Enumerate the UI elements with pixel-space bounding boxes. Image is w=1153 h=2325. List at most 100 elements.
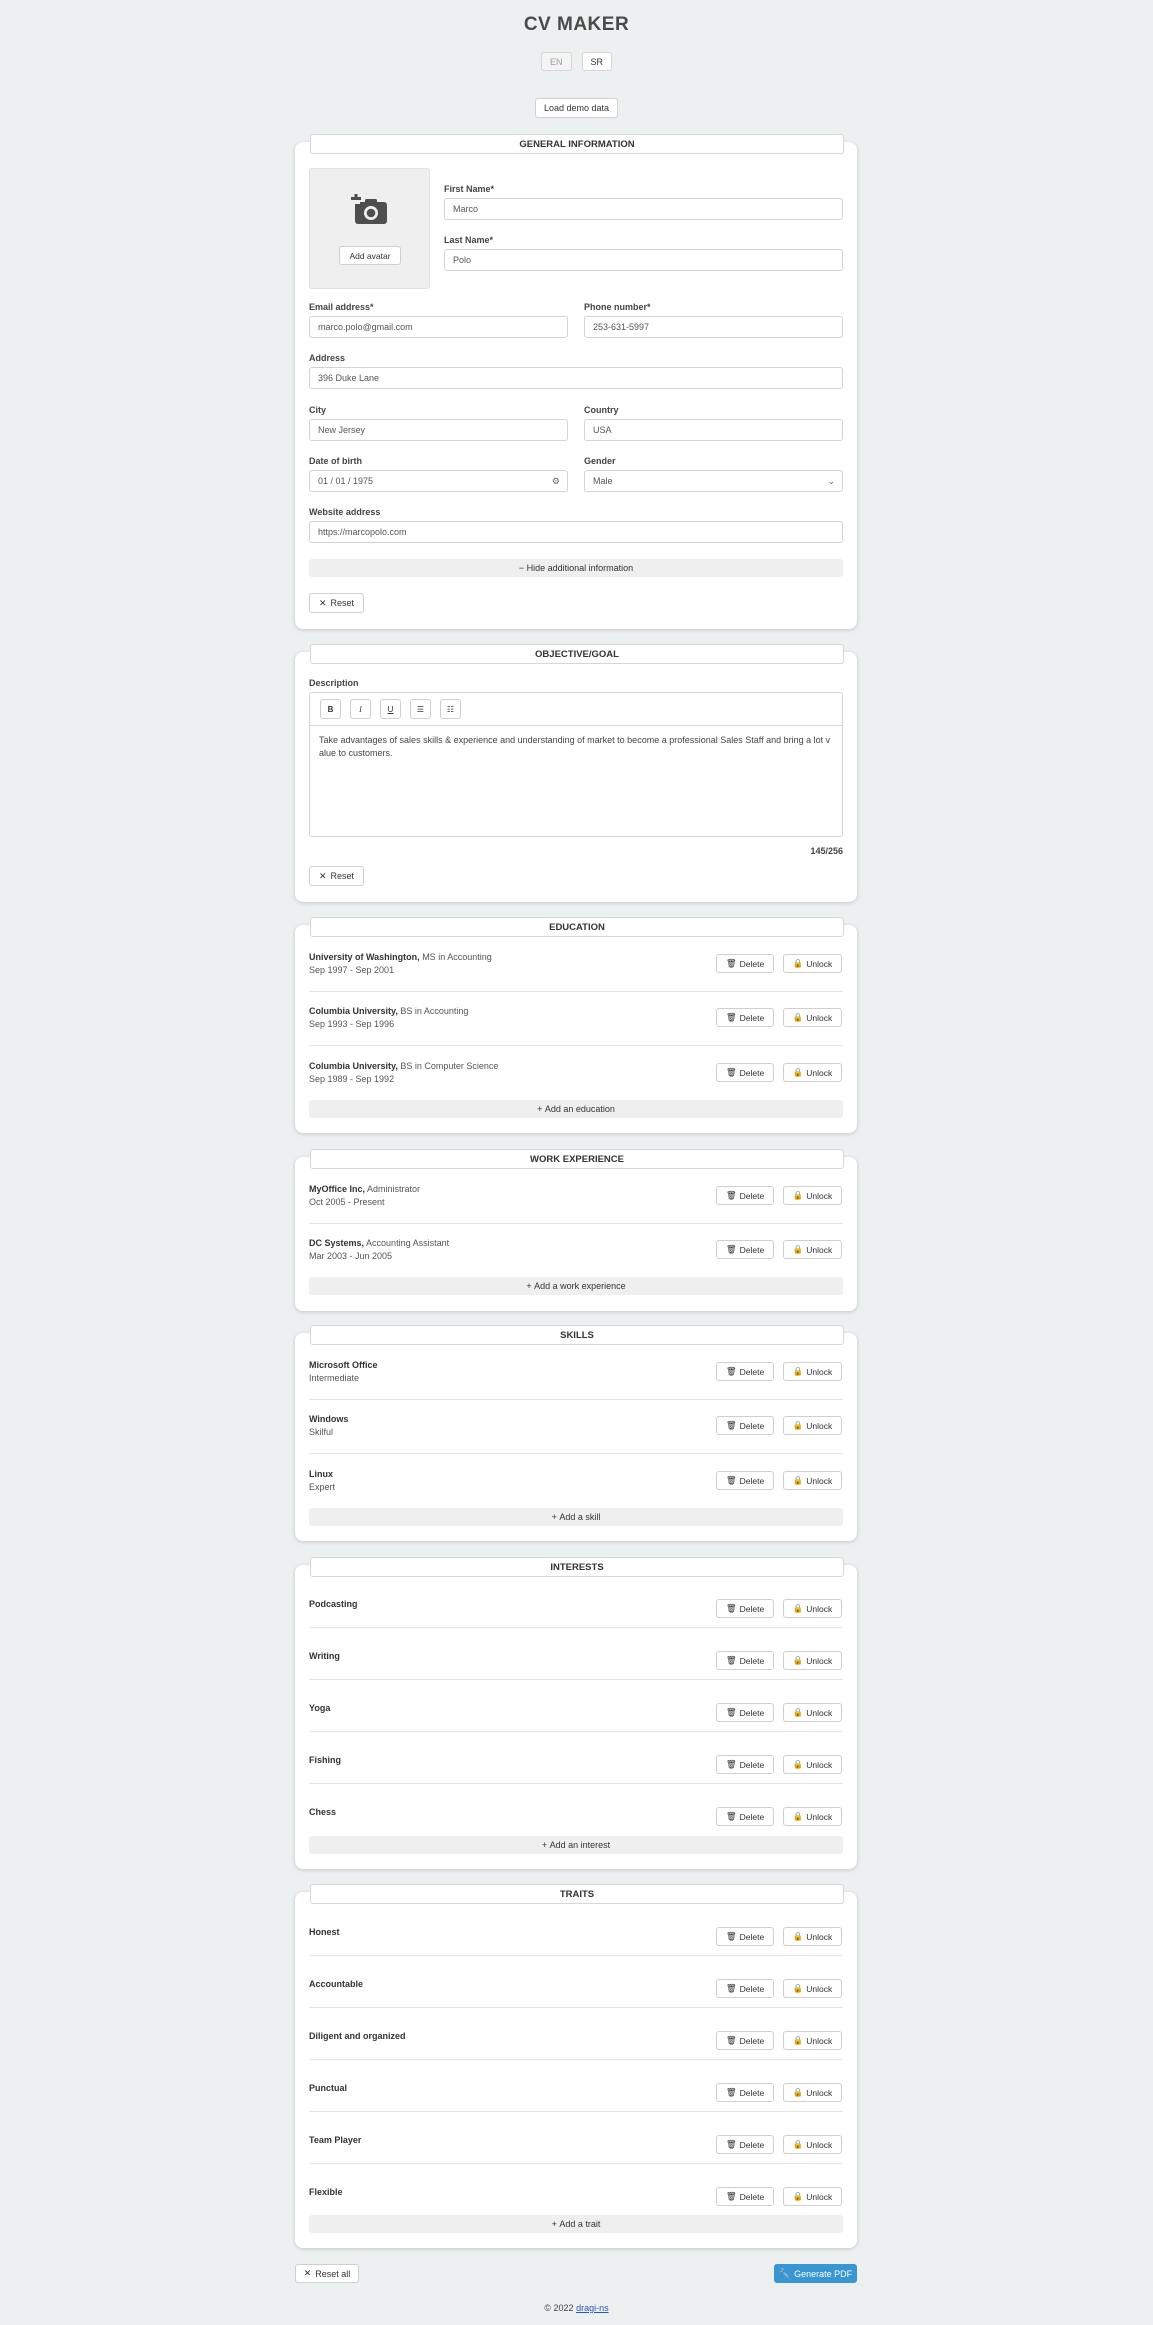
lock-icon: 🔒 — [792, 1244, 804, 1254]
delete-button[interactable]: 🗑 Delete — [716, 2083, 774, 2102]
unlock-button[interactable]: 🔒 Unlock — [783, 1703, 842, 1722]
italic-icon[interactable]: I — [350, 699, 371, 719]
unlock-button[interactable]: 🔒 Unlock — [783, 1186, 842, 1205]
load-demo-button[interactable]: Load demo data — [535, 98, 618, 118]
delete-button[interactable]: 🗑 Delete — [716, 2031, 774, 2050]
calendar-icon[interactable]: ⚙ — [552, 476, 560, 487]
work-item: DC Systems, Accounting Assistant Mar 200… — [309, 1238, 843, 1261]
unlock-button[interactable]: 🔒 Unlock — [783, 1362, 842, 1381]
add-skill-label: Add a skill — [559, 1512, 601, 1522]
address-input[interactable]: 396 Duke Lane — [309, 367, 843, 389]
add-skill-button[interactable]: + Add a skill — [309, 1508, 843, 1526]
delete-button[interactable]: 🗑 Delete — [716, 2135, 774, 2154]
trait-item: Punctual 🗑 Delete 🔒 Unlock — [309, 2083, 843, 2102]
trait-item: Team Player 🗑 Delete 🔒 Unlock — [309, 2135, 843, 2154]
unlock-button[interactable]: 🔒 Unlock — [783, 954, 842, 973]
job-role: Administrator — [367, 1184, 421, 1194]
delete-button[interactable]: 🗑 Delete — [716, 1008, 774, 1027]
avatar-upload[interactable]: Add avatar — [309, 168, 430, 289]
add-trait-button[interactable]: + Add a trait — [309, 2215, 843, 2233]
unlock-button[interactable]: 🔒 Unlock — [783, 1063, 842, 1082]
dob-input[interactable]: 01 / 01 / 1975 ⚙ — [309, 470, 568, 492]
unlock-button[interactable]: 🔒 Unlock — [783, 2083, 842, 2102]
unlock-button[interactable]: 🔒 Unlock — [783, 2187, 842, 2206]
unlock-button[interactable]: 🔒 Unlock — [783, 1008, 842, 1027]
delete-button[interactable]: 🗑 Delete — [716, 1186, 774, 1205]
trash-icon: 🗑 — [725, 1811, 737, 1821]
unlock-button[interactable]: 🔒 Unlock — [783, 1979, 842, 1998]
skills-section: SKILLS Microsoft Office Intermediate 🗑 De… — [295, 1325, 857, 1541]
delete-button[interactable]: 🗑 Delete — [716, 1240, 774, 1259]
lock-icon: 🔒 — [792, 1012, 804, 1022]
delete-button[interactable]: 🗑 Delete — [716, 1471, 774, 1490]
trash-icon: 🗑 — [725, 1067, 737, 1077]
language-sr-button[interactable]: SR — [581, 52, 613, 71]
generate-pdf-button[interactable]: 🔧 Generate PDF — [774, 2264, 857, 2283]
lock-icon: 🔒 — [792, 1811, 804, 1821]
footer: © 2022 dragi-ns — [0, 2303, 1153, 2313]
bullet-list-icon[interactable]: ☰ — [410, 699, 431, 719]
unlock-button[interactable]: 🔒 Unlock — [783, 2031, 842, 2050]
delete-label: Delete — [739, 1475, 765, 1486]
unlock-button[interactable]: 🔒 Unlock — [783, 1755, 842, 1774]
delete-button[interactable]: 🗑 Delete — [716, 1703, 774, 1722]
delete-label: Delete — [739, 2087, 765, 2098]
trait-name: Team Player — [309, 2135, 362, 2145]
reset-all-button[interactable]: ✕ Reset all — [295, 2264, 359, 2283]
city-input[interactable]: New Jersey — [309, 419, 568, 441]
generate-pdf-label: Generate PDF — [794, 2268, 853, 2279]
delete-button[interactable]: 🗑 Delete — [716, 954, 774, 973]
gender-select[interactable]: Male ⌄ — [584, 470, 843, 492]
reset-label: Reset — [330, 871, 355, 881]
delete-button[interactable]: 🗑 Delete — [716, 1362, 774, 1381]
first-name-input[interactable]: Marco — [444, 198, 843, 220]
delete-button[interactable]: 🗑 Delete — [716, 1063, 774, 1082]
minus-icon: − — [518, 563, 527, 573]
unlock-button[interactable]: 🔒 Unlock — [783, 1240, 842, 1259]
hide-additional-button[interactable]: − Hide additional information — [309, 559, 843, 577]
add-avatar-button[interactable]: Add avatar — [339, 246, 401, 265]
delete-button[interactable]: 🗑 Delete — [716, 1807, 774, 1826]
unlock-button[interactable]: 🔒 Unlock — [783, 1807, 842, 1826]
unlock-button[interactable]: 🔒 Unlock — [783, 1471, 842, 1490]
delete-button[interactable]: 🗑 Delete — [716, 1651, 774, 1670]
delete-button[interactable]: 🗑 Delete — [716, 1755, 774, 1774]
reset-all-label: Reset all — [315, 2268, 351, 2279]
unlock-label: Unlock — [806, 1420, 833, 1431]
unlock-button[interactable]: 🔒 Unlock — [783, 1416, 842, 1435]
language-en-button[interactable]: EN — [540, 52, 572, 71]
website-input[interactable]: https://marcopolo.com — [309, 521, 843, 543]
email-input[interactable]: marco.polo@gmail.com — [309, 316, 568, 338]
delete-button[interactable]: 🗑 Delete — [716, 1979, 774, 1998]
reset-general-button[interactable]: ✕ Reset — [309, 593, 364, 613]
delete-button[interactable]: 🗑 Delete — [716, 2187, 774, 2206]
unlock-button[interactable]: 🔒 Unlock — [783, 1927, 842, 1946]
add-education-button[interactable]: + Add an education — [309, 1100, 843, 1118]
delete-button[interactable]: 🗑 Delete — [716, 1927, 774, 1946]
bold-icon[interactable]: B — [320, 699, 341, 719]
lock-icon: 🔒 — [792, 2191, 804, 2201]
plus-icon: + — [526, 1281, 535, 1291]
gender-label: Gender — [584, 456, 616, 466]
description-label: Description — [309, 678, 359, 688]
reset-objective-button[interactable]: ✕ Reset — [309, 866, 364, 886]
unlock-button[interactable]: 🔒 Unlock — [783, 1651, 842, 1670]
unlock-button[interactable]: 🔒 Unlock — [783, 1599, 842, 1618]
unlock-button[interactable]: 🔒 Unlock — [783, 2135, 842, 2154]
underline-icon[interactable]: U — [380, 699, 401, 719]
delete-button[interactable]: 🗑 Delete — [716, 1599, 774, 1618]
add-work-button[interactable]: + Add a work experience — [309, 1277, 843, 1295]
last-name-input[interactable]: Polo — [444, 249, 843, 271]
numbered-list-icon[interactable]: ☷ — [440, 699, 461, 719]
add-interest-button[interactable]: + Add an interest — [309, 1836, 843, 1854]
trash-icon: 🗑 — [725, 1655, 737, 1665]
delete-button[interactable]: 🗑 Delete — [716, 1416, 774, 1435]
divider — [309, 1679, 843, 1680]
author-link[interactable]: dragi-ns — [576, 2303, 609, 2313]
country-input[interactable]: USA — [584, 419, 843, 441]
interest-name: Writing — [309, 1651, 340, 1661]
description-textarea[interactable]: Take advantages of sales skills & experi… — [310, 726, 842, 768]
phone-input[interactable]: 253-631-5997 — [584, 316, 843, 338]
degree: BS in Computer Science — [400, 1061, 499, 1071]
interest-name: Fishing — [309, 1755, 341, 1765]
